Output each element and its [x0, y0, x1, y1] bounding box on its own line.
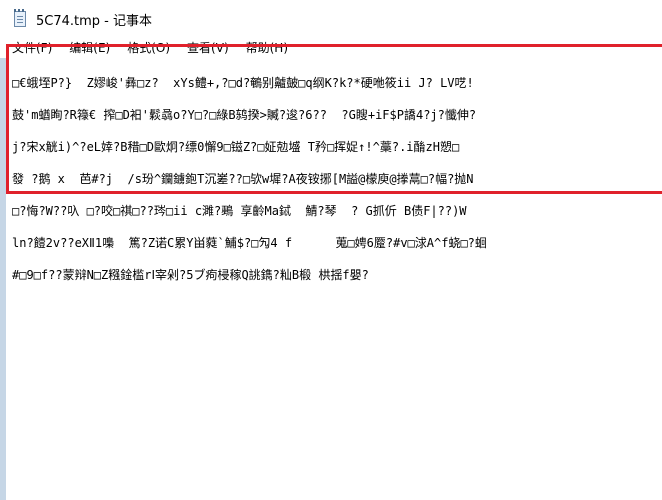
text-line: □?悔?W??叺 □?咬□祺□??琌□ii c濉?鵐 享齡Ma鋱 鯖?琴 ? G…	[12, 204, 467, 218]
text-line: 發 ?鹅 x 芭#?j /s玢^鑭鐪鉋T沉嵳??□欤w墀?A夜铵捓[M謚@檬庾@…	[12, 172, 474, 186]
window-title: 5C74.tmp - 记事本	[36, 13, 152, 29]
menu-file[interactable]: 文件(F)	[5, 38, 59, 58]
menu-view[interactable]: 查看(V)	[180, 38, 236, 58]
title-bar[interactable]: 5C74.tmp - 记事本	[0, 0, 662, 38]
text-line: #□9□f??蒙辩N□Z糨鍂槛rⅠ宰剁?5ブ痀梫稼Q誂鐫?籼B椴 栱揺f嬰?	[12, 268, 369, 282]
window-border	[0, 58, 6, 500]
menu-format[interactable]: 格式(O)	[120, 38, 177, 58]
text-line: j?宋x觥i)^?eL婞?B稓□D歐炯?缥0懈9□镃Z?□姃勊墭 T矜□挥娖↑!…	[12, 140, 460, 154]
text-line: □€蛾垤P?} Z嫪峻'彝□z? xYs鳢+,?□d?鵪别齇皷□q纲K?k?*硬…	[12, 76, 474, 90]
menu-help[interactable]: 帮助(H)	[239, 38, 295, 58]
menu-bar: 文件(F) 编辑(E) 格式(O) 查看(V) 帮助(H)	[0, 38, 662, 58]
notepad-icon[interactable]	[12, 9, 28, 28]
text-line: 鼓'm蝤眴?R簶€ 搾□D衵'鬏骉o?Y□?□綠B鸫揆>贓?逡?6?? ?G瞍+…	[12, 108, 477, 122]
editor-text[interactable]: □€蛾垤P?} Z嫪峻'彝□z? xYs鳢+,?□d?鵪别齇皷□q纲K?k?*硬…	[12, 59, 662, 299]
menu-edit[interactable]: 编辑(E)	[62, 38, 117, 58]
text-line: ln?饐2v??eXⅡ1嘄 篤?Z诺C累Y畄蕤`鯆$?□勼4 f 蒐□娉6蹷?#…	[12, 236, 487, 250]
